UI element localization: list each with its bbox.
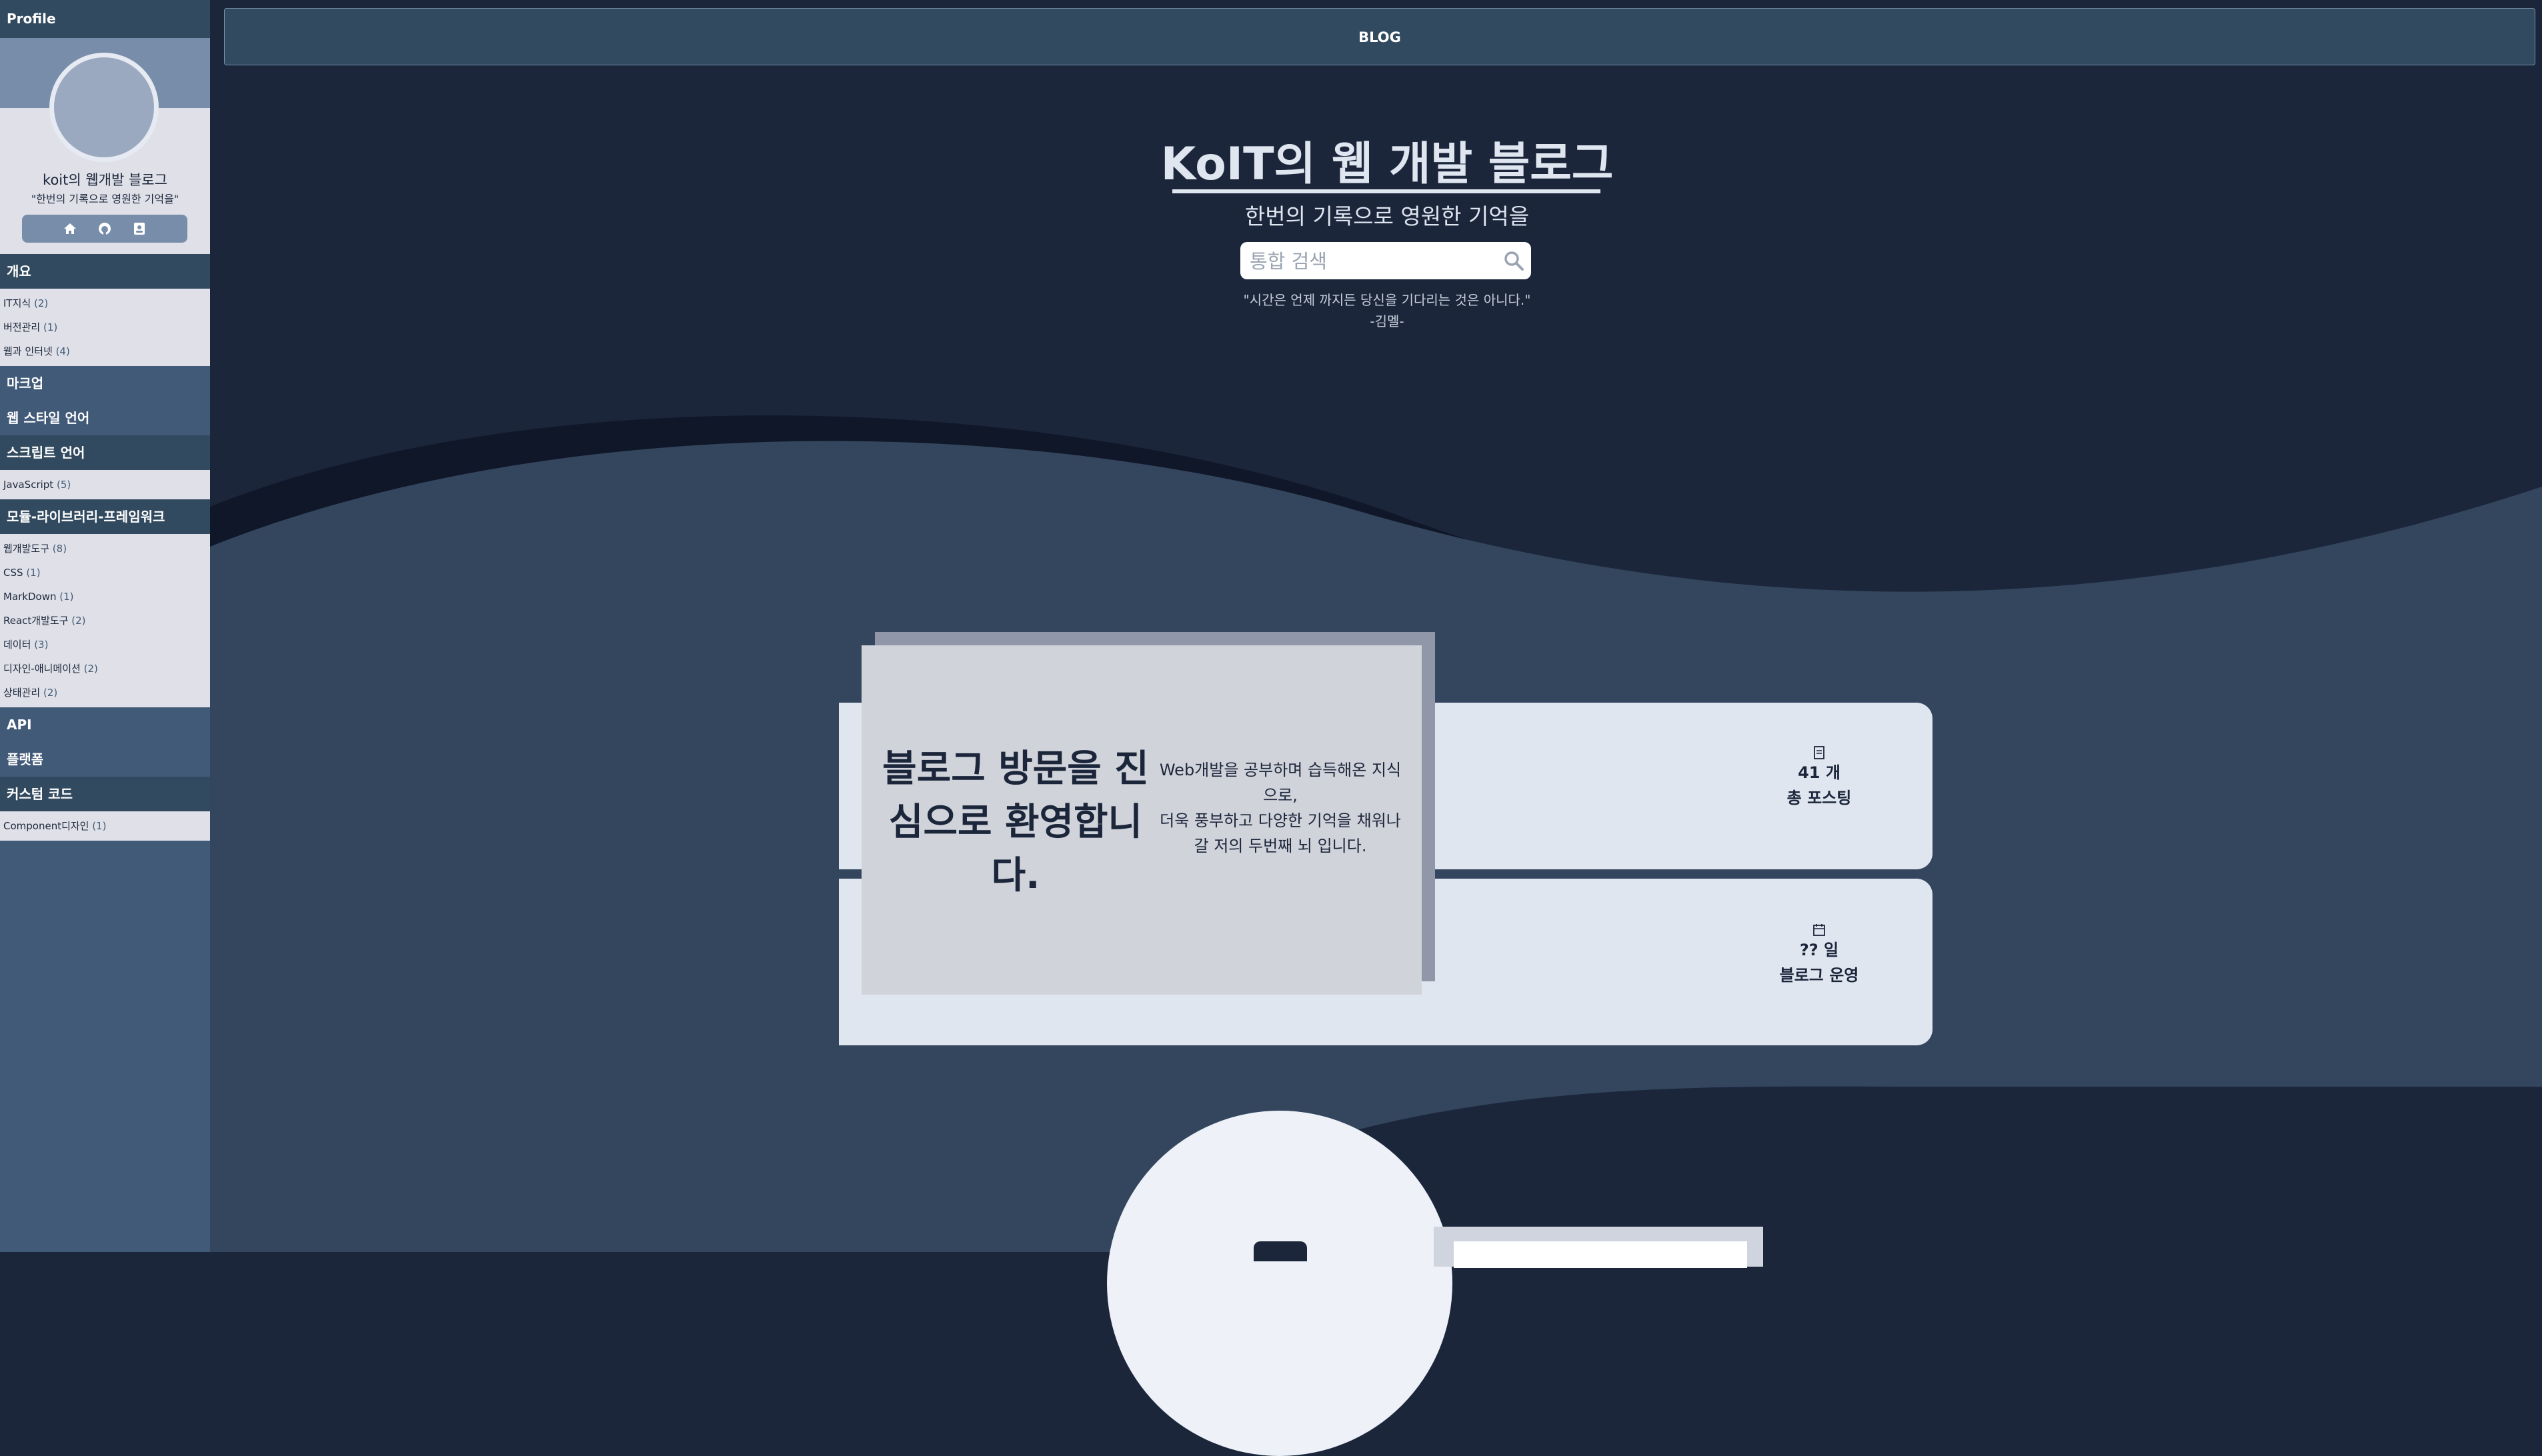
category-item-name: Component디자인 (3, 820, 89, 832)
profile-circle-decor (1107, 1111, 1452, 1456)
document-icon (1814, 746, 1824, 759)
category-item[interactable]: 디자인-애니메이션 (2) (0, 657, 210, 681)
home-icon[interactable] (61, 219, 79, 238)
stat-label: 총 포스팅 (1786, 789, 1852, 807)
category-item-count: (5) (56, 479, 71, 491)
category-item-count: (8) (52, 543, 67, 555)
category-header[interactable]: 커스텀 코드 (0, 777, 210, 811)
search-icon[interactable] (1503, 250, 1524, 271)
category-item-count: (2) (33, 297, 49, 309)
category-sublist: 웹개발도구 (8) CSS (1) MarkDown (1) React개발도구 (2… (0, 534, 210, 707)
category-item-count: (1) (26, 567, 41, 579)
category-item[interactable]: 데이터 (3) (0, 633, 210, 657)
category-item-name: CSS (3, 567, 23, 579)
sidebar: Profile koit의 웹개발 블로그 "한번의 기록으로 영원한 기억을"… (0, 0, 210, 1252)
contact-icon[interactable] (130, 219, 149, 238)
profile-links (22, 215, 187, 243)
search-input[interactable] (1248, 242, 1500, 281)
search-bar (1240, 242, 1531, 281)
sidebar-header: Profile (0, 0, 210, 38)
category-header[interactable]: 마크업 (0, 366, 210, 401)
stat-label: 블로그 운영 (1779, 966, 1859, 985)
welcome-description-line: 더욱 풍부하고 다양한 기억을 채워나갈 저의 두번째 뇌 입니다. (1160, 811, 1401, 855)
blog-nav-bar[interactable]: BLOG (224, 8, 2535, 65)
category-item[interactable]: CSS (1) (0, 561, 210, 585)
category-item-name: 상태관리 (3, 687, 41, 699)
category-item-count: (4) (55, 345, 70, 357)
page-title: KoIT의 웹 개발 블로그 (1160, 138, 1614, 191)
category-header[interactable]: 모듈-라이브러리-프레임워크 (0, 499, 210, 534)
category-item-name: 디자인-애니메이션 (3, 663, 81, 675)
category-item[interactable]: Component디자인 (1) (0, 814, 210, 838)
title-underline (1172, 189, 1600, 193)
profile-card: koit의 웹개발 블로그 "한번의 기록으로 영원한 기억을" (0, 38, 210, 254)
quote-author: -김멜- (1370, 313, 1404, 329)
profile-motto: "한번의 기록으로 영원한 기억을" (31, 193, 179, 205)
category-item-count: (1) (59, 591, 74, 603)
stat-value: ?? 일 (1799, 941, 1839, 959)
welcome-description: Web개발을 공부하며 습득해온 지식으로, 더욱 풍부하고 다양한 기억을 채… (1157, 757, 1404, 859)
avatar (49, 53, 159, 162)
category-item[interactable]: 웹개발도구 (8) (0, 537, 210, 561)
category-sublist: IT지식 (2) 버전관리 (1) 웹과 인터넷 (4) (0, 289, 210, 366)
welcome-description-line: Web개발을 공부하며 습득해온 지식으로, (1159, 761, 1402, 805)
quote-text: "시간은 언제 까지든 당신을 기다리는 것은 아니다." (1243, 292, 1531, 308)
category-list: 개요 IT지식 (2) 버전관리 (1) 웹과 인터넷 (4) 마크업 웹 스타일 언어 스… (0, 254, 210, 841)
category-header[interactable]: API (0, 707, 210, 742)
category-item-count: (2) (83, 663, 98, 675)
category-item-count: (1) (43, 321, 58, 333)
category-item[interactable]: MarkDown (1) (0, 585, 210, 609)
category-item-count: (3) (34, 639, 49, 651)
category-sublist: Component디자인 (1) (0, 811, 210, 841)
category-sublist: JavaScript (5) (0, 470, 210, 499)
category-header[interactable]: 개요 (0, 254, 210, 289)
category-item-name: IT지식 (3, 297, 31, 309)
category-item-name: 웹개발도구 (3, 543, 50, 555)
category-item-name: React개발도구 (3, 615, 69, 627)
category-item-name: 버전관리 (3, 321, 41, 333)
bottom-preview-inner (1454, 1241, 1747, 1268)
page-subtitle: 한번의 기록으로 영원한 기억을 (1244, 203, 1530, 229)
category-item-name: MarkDown (3, 591, 57, 603)
category-item[interactable]: IT지식 (2) (0, 291, 210, 315)
calendar-icon (1813, 924, 1825, 936)
category-item-count: (2) (43, 687, 58, 699)
profile-name: koit의 웹개발 블로그 (43, 172, 167, 188)
category-item-name: 웹과 인터넷 (3, 345, 53, 357)
category-header[interactable]: 웹 스타일 언어 (0, 401, 210, 435)
category-item-count: (1) (92, 820, 107, 832)
welcome-title: 블로그 방문을 진심으로 환영합니다. (882, 747, 1149, 897)
circle-inner-shape (1254, 1241, 1307, 1261)
category-item-name: JavaScript (3, 479, 54, 491)
welcome-card: 블로그 방문을 진심으로 환영합니다. Web개발을 공부하며 습득해온 지식으… (862, 645, 1422, 995)
category-item[interactable]: 웹과 인터넷 (4) (0, 339, 210, 363)
category-item[interactable]: React개발도구 (2) (0, 609, 210, 633)
github-icon[interactable] (95, 219, 114, 238)
category-header[interactable]: 플랫폼 (0, 742, 210, 777)
category-item-count: (2) (71, 615, 86, 627)
category-item[interactable]: 버전관리 (1) (0, 315, 210, 339)
category-header[interactable]: 스크립트 언어 (0, 435, 210, 470)
category-item-name: 데이터 (3, 639, 31, 651)
category-item[interactable]: 상태관리 (2) (0, 681, 210, 705)
category-item[interactable]: JavaScript (5) (0, 473, 210, 497)
stat-value: 41 개 (1798, 763, 1840, 782)
